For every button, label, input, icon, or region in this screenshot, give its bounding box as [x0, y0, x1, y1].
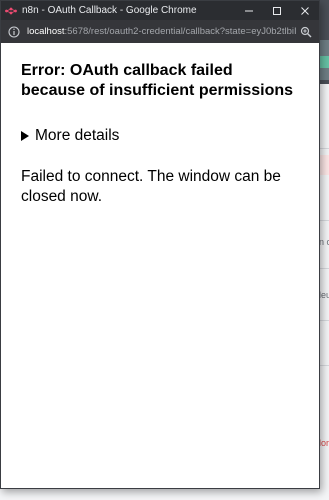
url-path: :5678/rest/oauth2-credential/callback?st… [64, 26, 298, 37]
address-bar[interactable]: localhost:5678/rest/oauth2-credential/ca… [1, 20, 319, 43]
maximize-icon[interactable] [263, 1, 291, 20]
url-host: localhost [27, 26, 65, 37]
background-text: leu [319, 290, 329, 300]
window-title: n8n - OAuth Callback - Google Chrome [22, 5, 197, 16]
more-details-label: More details [35, 127, 120, 144]
error-heading: Error: OAuth callback failed because of … [21, 62, 294, 99]
screen: n ca leu lor O n8n - OAuth Callback - Go… [0, 0, 329, 500]
minimize-icon[interactable] [235, 1, 263, 20]
oauth-popup-window: n8n - OAuth Callback - Google Chrome loc… [0, 0, 320, 489]
page-content: Error: OAuth callback failed because of … [1, 43, 319, 207]
background-text: n ca [319, 237, 329, 247]
background-text: lor [319, 438, 329, 448]
background-accent [319, 56, 329, 68]
site-info-icon[interactable] [6, 24, 22, 40]
status-message: Failed to connect. The window can be clo… [21, 168, 281, 205]
more-details-toggle[interactable]: More details [21, 127, 299, 145]
disclosure-triangle-icon [21, 131, 29, 141]
close-icon[interactable] [291, 1, 319, 20]
url-text[interactable]: localhost:5678/rest/oauth2-credential/ca… [27, 26, 297, 37]
n8n-logo-icon [5, 6, 17, 16]
zoom-icon[interactable] [297, 23, 315, 41]
title-bar[interactable]: n8n - OAuth Callback - Google Chrome [1, 1, 319, 20]
